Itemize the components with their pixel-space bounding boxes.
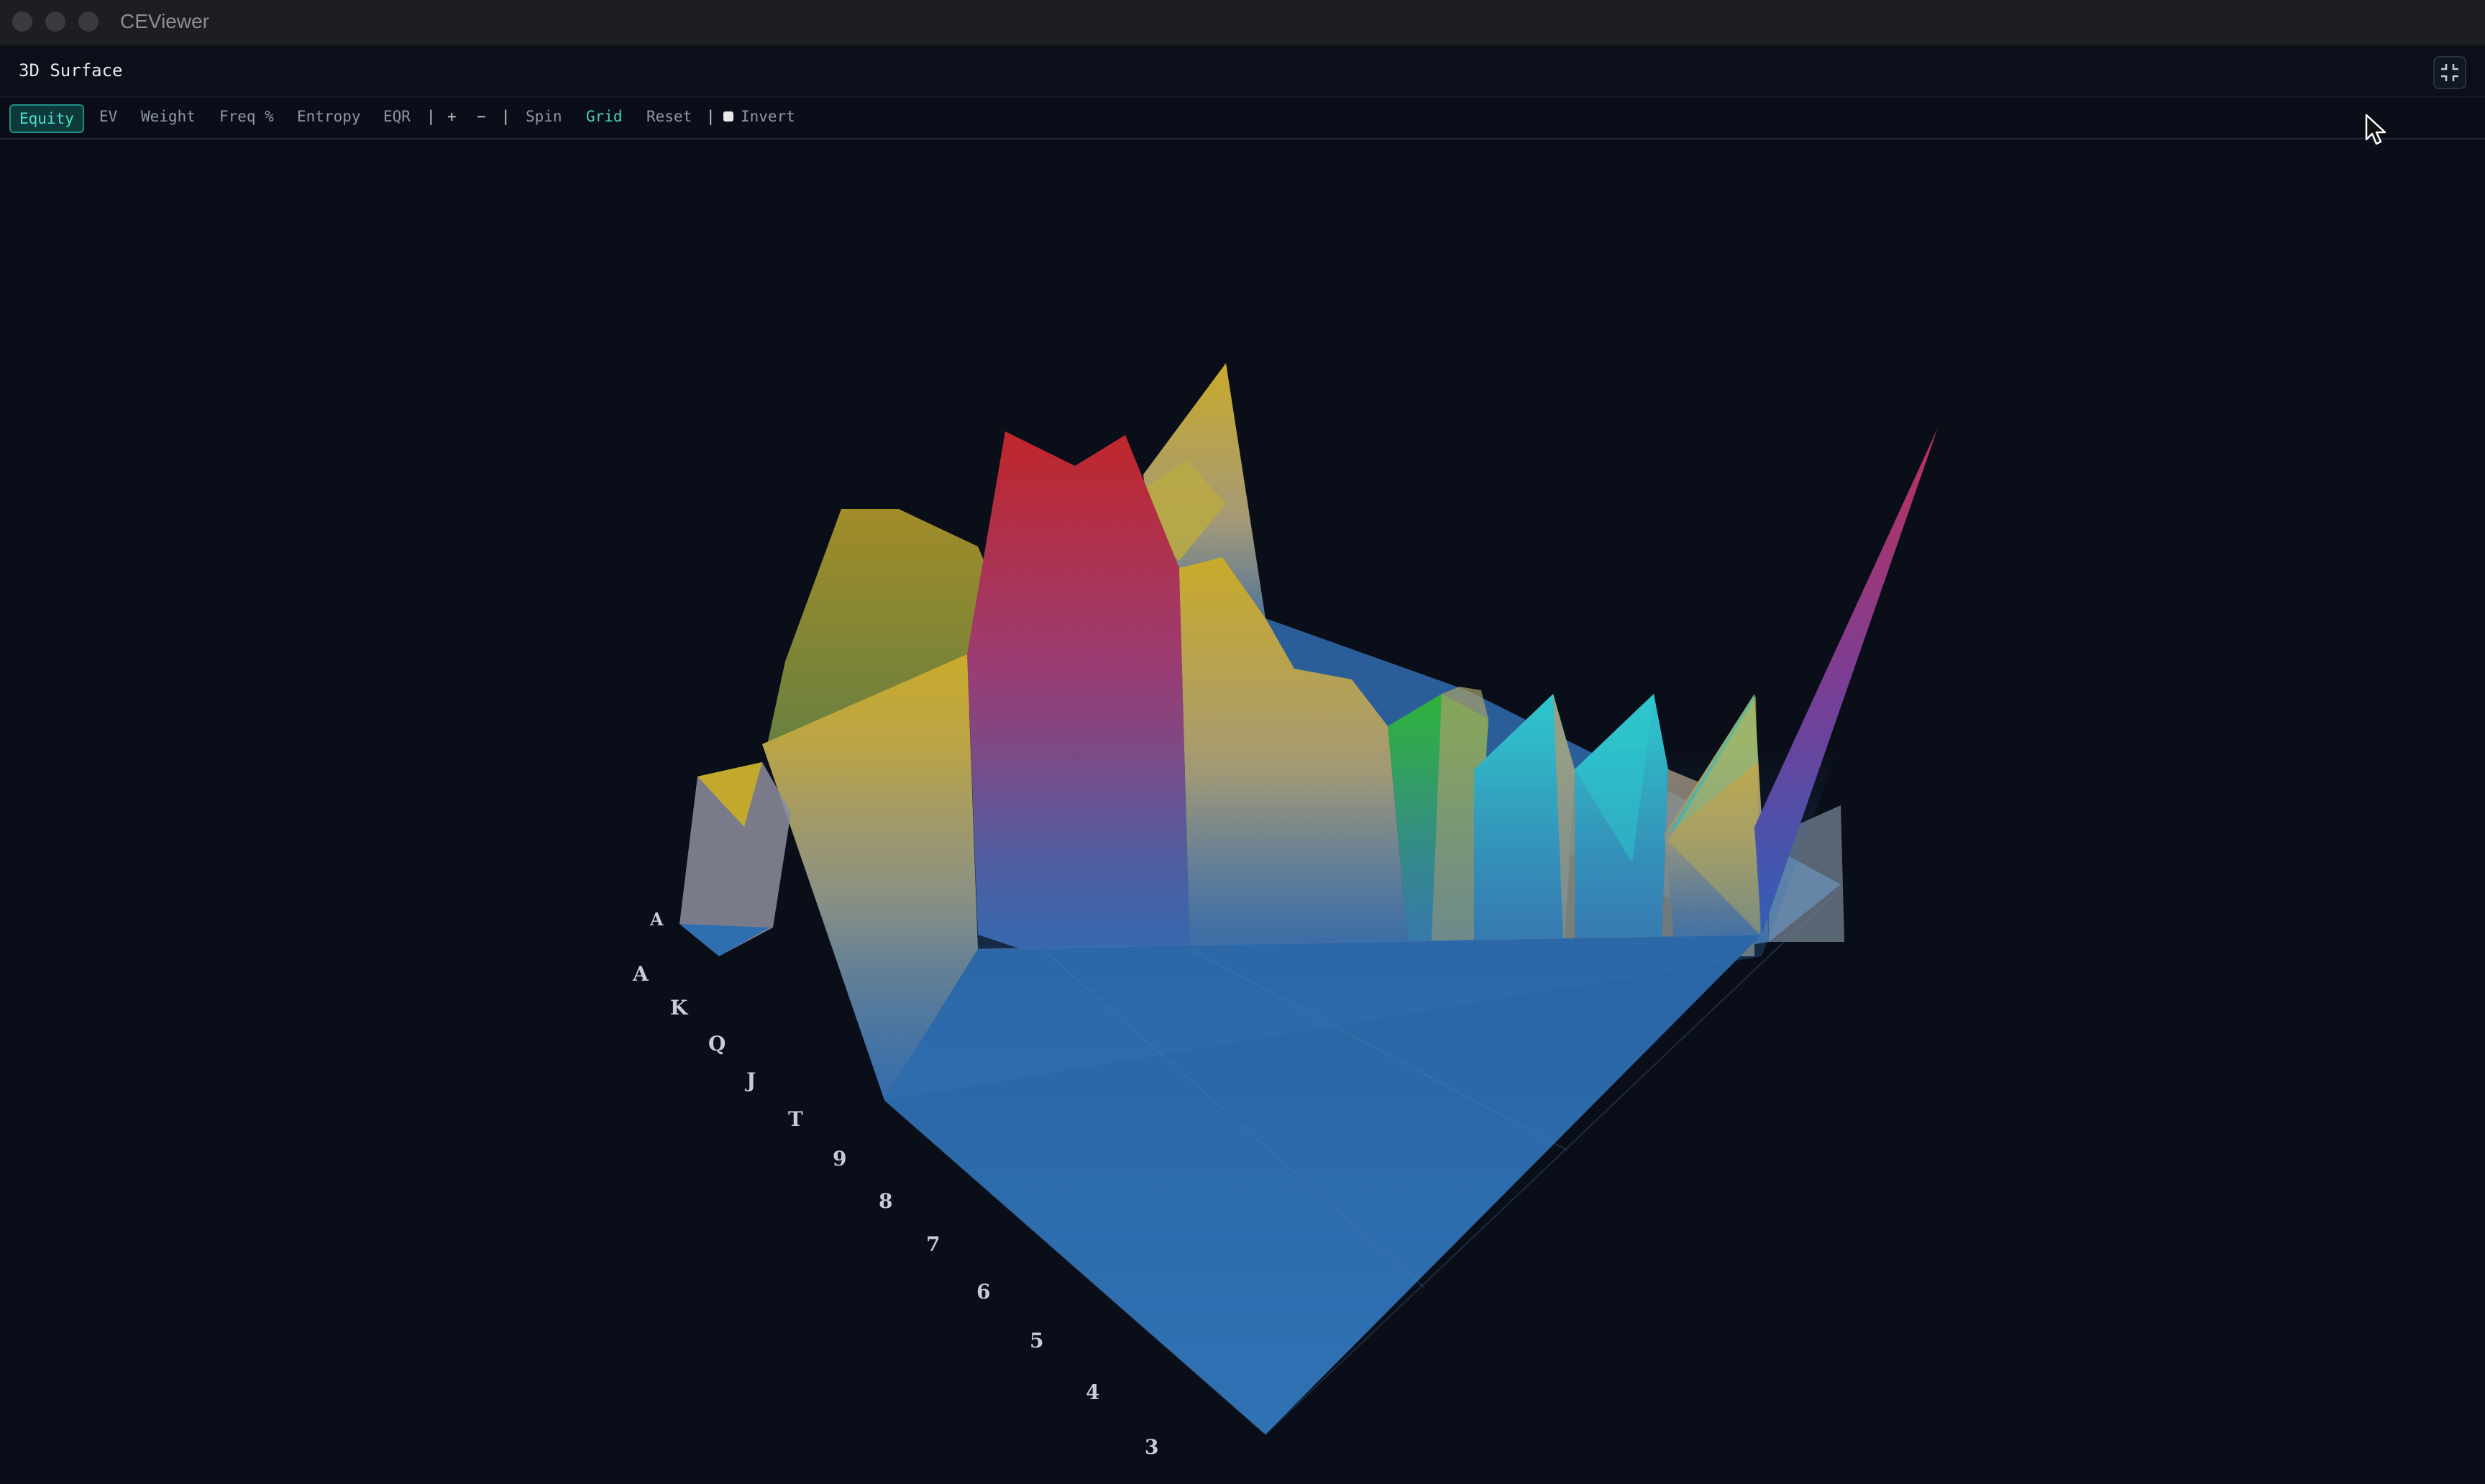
axis-row-label: 7: [926, 1232, 941, 1256]
axis-label-top: A: [650, 909, 664, 930]
axis-row-label: 6: [976, 1280, 991, 1304]
surface-floor-edge: [679, 924, 769, 956]
axis-row-label: 9: [833, 1147, 847, 1171]
axis-row-label: J: [746, 1068, 756, 1092]
axis-row-label: T: [788, 1107, 803, 1131]
axis-row-label: Q: [708, 1032, 726, 1055]
axis-row-label: K: [670, 996, 688, 1020]
axis-row-label: 5: [1030, 1329, 1044, 1352]
surface-plot-3d[interactable]: [0, 0, 2485, 1484]
pointer-cursor-icon: [2365, 114, 2386, 145]
axis-row-label: 8: [879, 1189, 893, 1213]
axis-row-label: 4: [1086, 1380, 1100, 1404]
axis-row-label: 3: [1145, 1435, 1159, 1459]
axis-row-label: A: [633, 962, 649, 986]
